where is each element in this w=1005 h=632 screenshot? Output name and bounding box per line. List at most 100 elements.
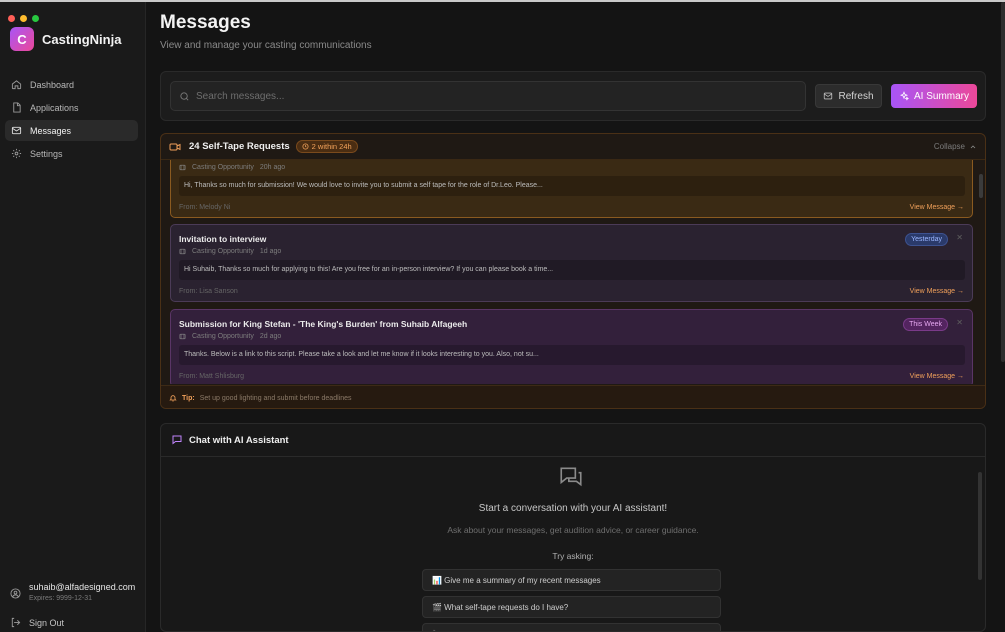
dismiss-icon[interactable]: ✕ [956, 233, 963, 242]
film-icon [179, 333, 186, 340]
bell-icon [169, 395, 177, 402]
sparkles-icon [899, 91, 909, 101]
suggestion-self-tape[interactable]: 🎬 What self-tape requests do I have? [422, 596, 721, 618]
date-tag: This Week [903, 318, 948, 331]
user-icon [10, 588, 21, 599]
maximize-window-button[interactable] [32, 15, 39, 22]
message-card[interactable]: Invitation to interview Yesterday ✕ Cast… [170, 224, 973, 302]
self-tape-title: 24 Self-Tape Requests [189, 141, 290, 152]
document-icon [13, 102, 21, 113]
page-scrollbar[interactable] [1001, 2, 1005, 362]
brand-logo: C [10, 27, 34, 51]
message-preview: Thanks. Below is a link to this script. … [179, 345, 965, 365]
message-meta: Casting Opportunity 20h ago [179, 164, 285, 171]
urgent-badge: 2 within 24h [295, 140, 358, 153]
message-title: Submission for King Stefan - 'The King's… [179, 319, 468, 329]
sidebar-item-messages[interactable]: Messages [5, 120, 138, 141]
view-message-link[interactable]: View Message → [910, 204, 964, 211]
search-input[interactable] [196, 90, 776, 102]
message-card[interactable]: Submission for King Stefan - 'The King's… [170, 309, 973, 384]
message-sender: From: Melody Ni [179, 204, 231, 211]
search-box[interactable] [170, 81, 806, 111]
chevron-up-icon [970, 144, 976, 148]
sidebar-item-settings[interactable]: Settings [5, 143, 138, 164]
tip-label: Tip: [182, 394, 195, 402]
sign-out-button[interactable]: Sign Out [10, 617, 64, 628]
chat-icon [172, 435, 182, 445]
collapse-label: Collapse [933, 142, 965, 151]
suggestion-summary[interactable]: 📊 Give me a summary of my recent message… [422, 569, 721, 591]
minimize-window-button[interactable] [20, 15, 27, 22]
sign-out-label: Sign Out [29, 617, 65, 628]
message-meta: Casting Opportunity 2d ago [179, 333, 281, 340]
message-time: 1d ago [259, 248, 282, 255]
urgent-badge-label: 2 within 24h [311, 142, 352, 151]
date-tag: Yesterday [905, 233, 948, 246]
sidebar-item-label: Messages [30, 125, 72, 136]
sidebar-item-label: Applications [30, 102, 79, 113]
refresh-label: Refresh [838, 90, 874, 102]
message-sender: From: Matt Shlisburg [179, 373, 244, 380]
message-meta: Casting Opportunity 1d ago [179, 248, 281, 255]
film-icon [179, 164, 186, 171]
tip-text: Set up good lighting and submit before d… [199, 394, 352, 402]
self-tape-scrollbar[interactable] [979, 174, 983, 198]
home-icon [11, 80, 22, 90]
page-title: Messages [160, 12, 251, 33]
self-tape-header: 24 Self-Tape Requests 2 within 24h Colla… [161, 134, 985, 160]
close-window-button[interactable] [8, 15, 15, 22]
ai-summary-label: AI Summary [913, 90, 969, 102]
chat-header: Chat with AI Assistant [161, 424, 985, 457]
sidebar-item-dashboard[interactable]: Dashboard [5, 74, 138, 95]
clock-icon [302, 143, 309, 150]
user-email: suhaib@alfadesigned.com [29, 582, 136, 592]
message-sender: From: Lisa Sanson [179, 288, 238, 295]
message-card[interactable]: Casting Opportunity 20h ago Hi, Thanks s… [170, 160, 973, 218]
user-account[interactable]: suhaib@alfadesigned.com Expires: 9999-12… [10, 582, 135, 602]
sidebar: C CastingNinja Dashboard Applications Me… [0, 2, 146, 632]
mail-icon [11, 126, 22, 135]
sidebar-nav: Dashboard Applications Messages Settings [5, 74, 138, 166]
message-category: Casting Opportunity [192, 248, 254, 255]
logout-icon [11, 617, 21, 628]
tip-bar: Tip: Set up good lighting and submit bef… [161, 385, 985, 408]
view-message-link[interactable]: View Message → [910, 373, 964, 380]
sidebar-item-label: Dashboard [30, 79, 75, 90]
chat-empty-hint: Ask about your messages, get audition ad… [447, 525, 699, 535]
self-tape-list[interactable]: Casting Opportunity 20h ago Hi, Thanks s… [170, 160, 973, 384]
message-preview: Hi, Thanks so much for submission! We wo… [179, 176, 965, 196]
try-asking-label: Try asking: [552, 551, 594, 561]
search-icon [180, 91, 189, 100]
refresh-button[interactable]: Refresh [815, 84, 882, 108]
brand-name: CastingNinja [42, 31, 122, 47]
message-category: Casting Opportunity [192, 333, 254, 340]
chat-bubbles-icon [560, 467, 582, 487]
message-category: Casting Opportunity [192, 164, 254, 171]
sidebar-item-applications[interactable]: Applications [5, 97, 138, 118]
suggestion-callbacks[interactable]: 📞 Do I have any callbacks pending? [422, 623, 721, 631]
main-content: Messages View and manage your casting co… [146, 2, 1005, 632]
chat-scrollbar[interactable] [978, 472, 982, 580]
chat-title: Chat with AI Assistant [189, 434, 289, 446]
user-expiry: Expires: 9999-12-31 [29, 595, 93, 602]
ai-chat-panel: Chat with AI Assistant Start a conversat… [160, 423, 986, 632]
window-controls [8, 15, 39, 22]
message-time: 2d ago [259, 333, 282, 340]
gear-icon [11, 148, 22, 159]
self-tape-requests-panel: 24 Self-Tape Requests 2 within 24h Colla… [160, 133, 986, 409]
message-time: 20h ago [259, 164, 286, 171]
view-message-link[interactable]: View Message → [910, 288, 964, 295]
mail-icon [824, 92, 833, 100]
video-icon [169, 143, 181, 150]
film-icon [179, 248, 186, 255]
ai-summary-button[interactable]: AI Summary [891, 84, 977, 108]
dismiss-icon[interactable]: ✕ [956, 318, 963, 327]
collapse-button[interactable]: Collapse [934, 142, 977, 151]
brand[interactable]: C CastingNinja [10, 27, 121, 51]
chat-empty-title: Start a conversation with your AI assist… [478, 503, 668, 514]
message-preview: Hi Suhaib, Thanks so much for applying t… [179, 260, 965, 280]
sidebar-item-label: Settings [30, 148, 63, 159]
app-window: C CastingNinja Dashboard Applications Me… [0, 2, 1005, 632]
search-toolbar: Refresh AI Summary [160, 71, 986, 121]
page-subtitle: View and manage your casting communicati… [160, 40, 372, 51]
